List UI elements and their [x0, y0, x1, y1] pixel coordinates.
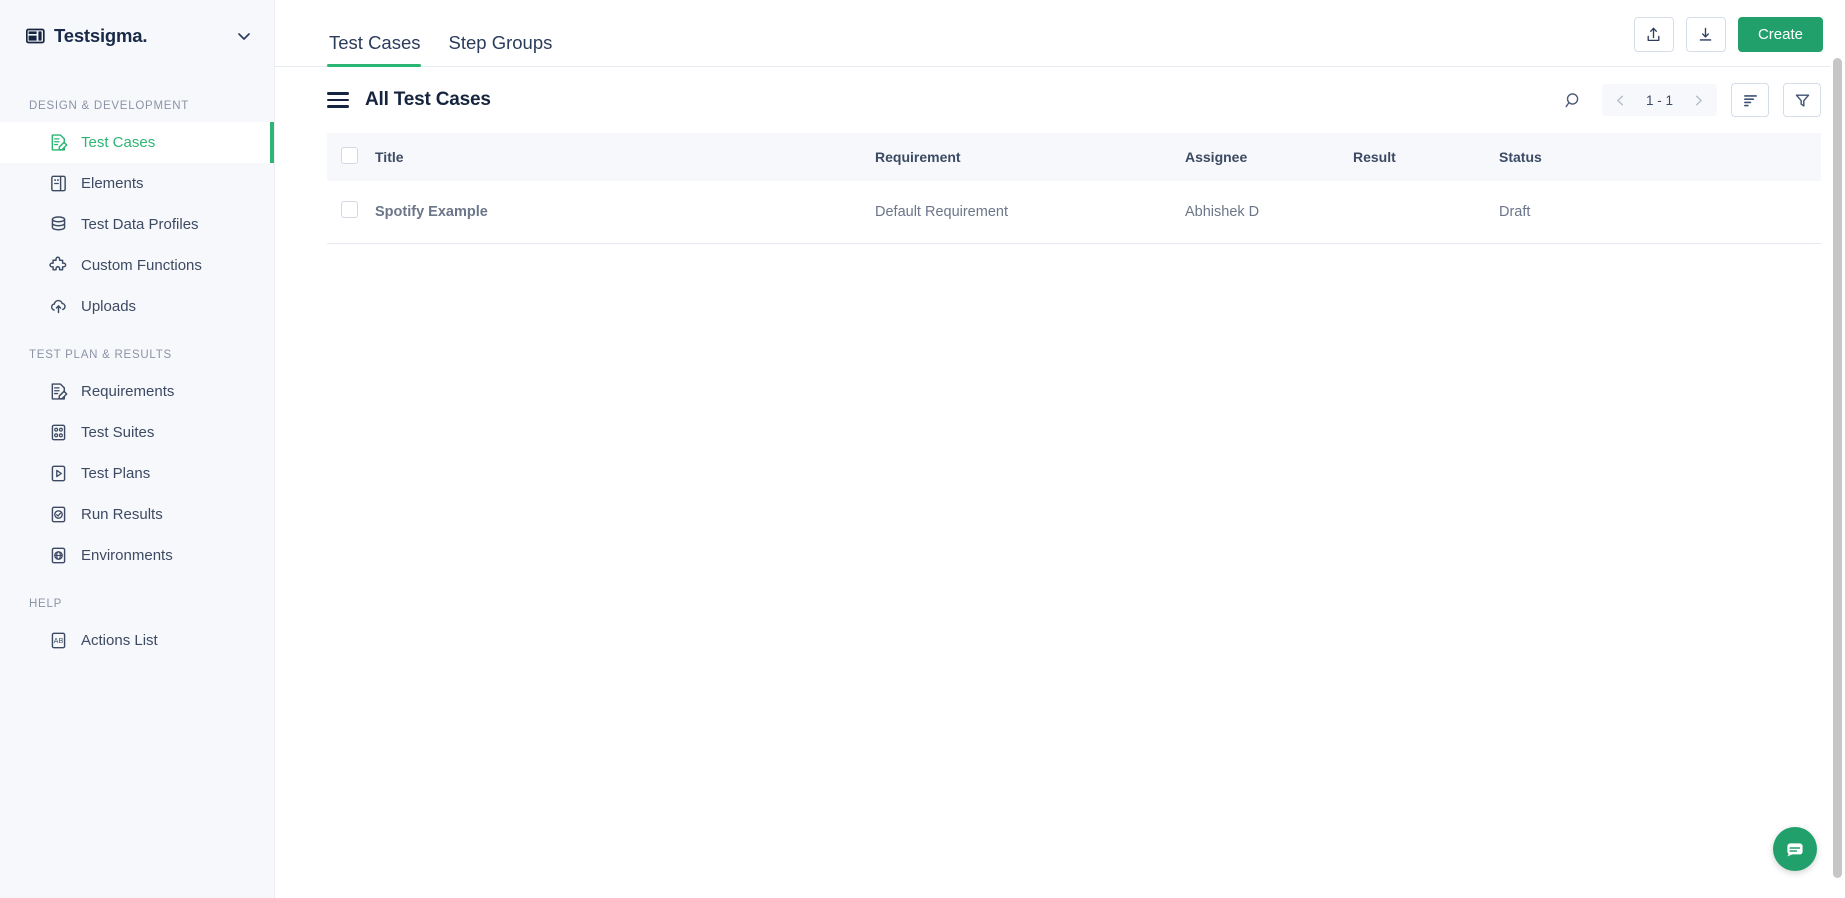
- tab-test-cases[interactable]: Test Cases: [327, 31, 435, 67]
- table-body: Spotify Example Default Requirement Abhi…: [327, 181, 1821, 244]
- sidebar-item-elements[interactable]: Elements: [0, 163, 274, 204]
- sidebar-item-label: Run Results: [81, 506, 163, 523]
- testsigma-logo-icon: [26, 28, 45, 44]
- play-box-icon: [48, 464, 68, 484]
- sidebar-item-actions-list[interactable]: AB Actions List: [0, 620, 274, 661]
- document-edit-icon: [48, 133, 68, 153]
- sidebar-item-test-cases[interactable]: Test Cases: [0, 122, 274, 163]
- sidebar-item-label: Test Suites: [81, 424, 155, 441]
- cell-assignee: Abhishek D: [1185, 181, 1353, 244]
- upload-icon: [1645, 26, 1662, 43]
- row-checkbox[interactable]: [341, 201, 358, 219]
- sidebar-section-title-design: DESIGN & DEVELOPMENT: [29, 100, 190, 112]
- sidebar-item-test-suites[interactable]: Test Suites: [0, 412, 274, 453]
- cell-requirement: Default Requirement: [875, 181, 1185, 244]
- chat-support-button[interactable]: [1773, 827, 1817, 871]
- sidebar-item-label: Test Cases: [81, 134, 156, 151]
- table-header-row: Title Requirement Assignee Result Status: [327, 133, 1821, 181]
- table-head: Title Requirement Assignee Result Status: [327, 133, 1821, 181]
- column-header-requirement[interactable]: Requirement: [875, 133, 1185, 181]
- sort-icon: [1742, 92, 1759, 109]
- sidebar-section-title-test-plan: TEST PLAN & RESULTS: [29, 349, 172, 361]
- main-content: Test Cases Step Groups Create All Test C…: [275, 0, 1845, 898]
- grid-dots-box-icon: [48, 423, 68, 443]
- test-cases-table: Title Requirement Assignee Result Status…: [327, 133, 1821, 244]
- tab-label: Step Groups: [448, 31, 553, 53]
- sidebar-item-label: Test Data Profiles: [81, 216, 199, 233]
- sidebar-item-label: Uploads: [81, 298, 137, 315]
- vertical-scrollbar-thumb[interactable]: [1833, 58, 1842, 878]
- chevron-left-icon: [1614, 94, 1627, 107]
- chevron-right-icon: [1692, 94, 1705, 107]
- sidebar-item-label: Environments: [81, 547, 173, 564]
- database-icon: [48, 215, 68, 235]
- sidebar-item-label: Requirements: [81, 383, 175, 400]
- sidebar-item-label: Custom Functions: [81, 257, 202, 274]
- pagination: 1 - 1: [1601, 84, 1717, 116]
- cell-title[interactable]: Spotify Example: [375, 181, 875, 244]
- sidebar-item-label: Test Plans: [81, 465, 151, 482]
- brand-workspace-switcher[interactable]: Testsigma.: [0, 0, 274, 72]
- sidebar-item-environments[interactable]: Environments: [0, 535, 274, 576]
- chat-bubble-icon: [1784, 838, 1806, 860]
- app-root: Testsigma. DESIGN & DEVELOPMENT Test Cas…: [0, 0, 1845, 898]
- vertical-scrollbar-track[interactable]: [1830, 0, 1845, 898]
- pagination-prev-button[interactable]: [1608, 87, 1634, 113]
- document-edit-icon: [48, 382, 68, 402]
- topbar-actions: Create: [1633, 17, 1823, 66]
- chevron-down-icon[interactable]: [236, 28, 252, 44]
- upload-button[interactable]: [1633, 17, 1674, 52]
- cell-result: [1353, 181, 1499, 244]
- sidebar-item-run-results[interactable]: Run Results: [0, 494, 274, 535]
- list-header: All Test Cases 1 - 1: [275, 67, 1845, 133]
- create-button[interactable]: Create: [1737, 17, 1823, 52]
- filter-funnel-icon: [1794, 92, 1811, 109]
- select-all-cell: [327, 133, 375, 181]
- column-header-assignee[interactable]: Assignee: [1185, 133, 1353, 181]
- pagination-next-button[interactable]: [1685, 87, 1711, 113]
- sidebar-section-title-help: HELP: [29, 598, 63, 610]
- tab-step-groups[interactable]: Step Groups: [435, 31, 567, 67]
- sidebar-item-test-data-profiles[interactable]: Test Data Profiles: [0, 204, 274, 245]
- pagination-range: 1 - 1: [1645, 92, 1673, 108]
- filter-button[interactable]: [1783, 83, 1821, 117]
- search-icon[interactable]: [1560, 86, 1588, 114]
- sidebar-item-uploads[interactable]: Uploads: [0, 286, 274, 327]
- actions-list-icon: AB: [48, 631, 68, 651]
- sidebar-item-label: Elements: [81, 175, 144, 192]
- table-row[interactable]: Spotify Example Default Requirement Abhi…: [327, 181, 1821, 244]
- test-cases-table-wrapper: Title Requirement Assignee Result Status…: [275, 133, 1845, 244]
- download-button[interactable]: [1685, 17, 1726, 52]
- sort-button[interactable]: [1731, 83, 1769, 117]
- sidebar-item-custom-functions[interactable]: Custom Functions: [0, 245, 274, 286]
- cell-status: Draft: [1499, 181, 1821, 244]
- cloud-upload-icon: [48, 297, 68, 317]
- sidebar-item-test-plans[interactable]: Test Plans: [0, 453, 274, 494]
- column-header-title[interactable]: Title: [375, 133, 875, 181]
- column-header-result[interactable]: Result: [1353, 133, 1499, 181]
- check-circle-box-icon: [48, 505, 68, 525]
- brand-name: Testsigma.: [54, 25, 148, 46]
- elements-panel-icon: [48, 174, 68, 194]
- row-select-cell: [327, 181, 375, 244]
- topbar: Test Cases Step Groups Create: [275, 0, 1845, 67]
- sidebar: Testsigma. DESIGN & DEVELOPMENT Test Cas…: [0, 0, 275, 898]
- globe-box-icon: [48, 546, 68, 566]
- select-all-checkbox[interactable]: [341, 147, 358, 164]
- puzzle-piece-icon: [48, 256, 68, 276]
- sidebar-item-requirements[interactable]: Requirements: [0, 371, 274, 412]
- hamburger-menu-icon[interactable]: [327, 89, 349, 111]
- tab-bar: Test Cases Step Groups: [327, 0, 567, 67]
- column-header-status[interactable]: Status: [1499, 133, 1821, 181]
- tab-label: Test Cases: [329, 31, 421, 53]
- sidebar-item-label: Actions List: [81, 632, 158, 649]
- page-title: All Test Cases: [365, 89, 491, 110]
- list-toolbar: 1 - 1: [1560, 83, 1821, 117]
- download-icon: [1697, 26, 1714, 43]
- svg-text:AB: AB: [53, 636, 63, 645]
